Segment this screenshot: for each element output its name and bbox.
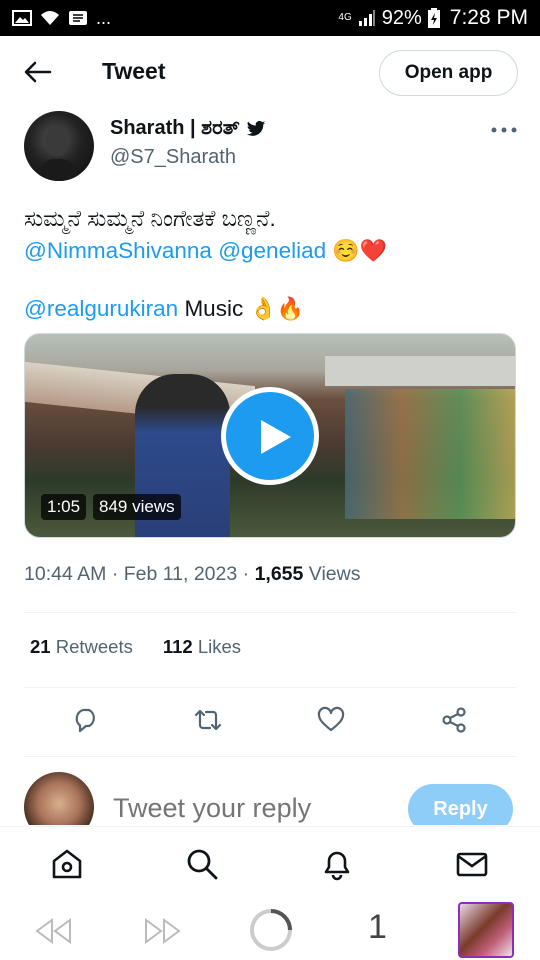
like-heart-icon[interactable] [317,706,345,734]
retweets-label: Retweets [55,636,133,657]
clock: 7:28 PM [449,6,528,29]
twitter-bird-icon [246,120,265,136]
divider [24,687,516,688]
likes-label: Likes [197,636,242,657]
notifications-bell-icon[interactable] [320,847,354,881]
mention-link[interactable]: @geneliad [218,238,326,263]
network-type: 4G [338,12,352,23]
author-handle[interactable]: @S7_Sharath [110,146,236,169]
divider [24,612,516,613]
battery-charging-icon [427,8,440,28]
forward-double-arrow-icon[interactable] [142,917,182,945]
likes-count: 112 [162,636,193,657]
author-name-row[interactable]: Sharath | ಶರತ್ [110,117,266,140]
loading-spinner-icon[interactable] [248,907,294,953]
author-avatar[interactable] [24,111,94,181]
video-view-count: 849 views [93,494,181,520]
tweet-line-3: @realgurukiran Music 👌🔥 [24,293,516,325]
retweets-count: 21 [30,636,51,657]
page-title: Tweet [102,58,166,84]
retweets-stat[interactable]: 21 Retweets [30,636,133,658]
cast-notification-icon [69,11,87,25]
video-frame-shop [345,389,515,519]
retweet-icon[interactable] [194,706,222,734]
open-app-button[interactable]: Open app [379,50,518,96]
video-duration: 1:05 [41,494,87,520]
views-count: 1,655 [254,563,304,585]
separator: · [111,563,119,585]
top-app-bar: Tweet Open app [0,36,540,110]
wifi-icon [41,11,59,25]
avatar-photo [34,126,82,181]
messages-envelope-icon[interactable] [455,847,489,881]
author-name[interactable]: Sharath | ಶರತ್ [110,117,240,140]
tweet-time[interactable]: 10:44 AM [24,563,106,585]
battery-percent: 92% [381,6,422,29]
bottom-navigation [0,826,540,900]
share-icon[interactable] [440,706,468,734]
back-arrow-icon[interactable] [22,60,52,84]
tweet-line-1: ಸುಮ್ಮನೆ ಸುಮ್ಮನೆ ನಿಂಗೇತಕೆ ಬಣ್ಣನೆ. [24,206,276,231]
status-bar: ... 4G 92% 7:28 PM [0,0,540,36]
emoji-smiling-heart: ☺️❤️ [332,238,388,263]
reply-input[interactable] [113,793,393,824]
tweet-meta: 10:44 AM · Feb 11, 2023 · 1,655 Views [24,563,360,586]
mention-link[interactable]: @realgurukiran [24,296,178,321]
back-double-arrow-icon[interactable] [34,917,74,945]
tweet-text: ಸುಮ್ಮನೆ ಸುಮ್ಮನೆ ನಿಂಗೇತಕೆ ಬಣ್ಣನೆ. @NimmaS… [24,203,516,325]
video-player[interactable]: 1:05 849 views [24,333,516,538]
mention-link[interactable]: @NimmaShivanna [24,238,212,263]
video-frame-sign [325,356,515,386]
more-notifications: ... [96,7,112,28]
tab-count[interactable]: 1 [368,908,387,947]
tweet-actions [0,700,540,740]
play-button[interactable] [221,387,319,485]
browser-navigation-bar: 1 [0,900,540,960]
user-avatar[interactable] [24,772,94,825]
tweet-word: Music [184,296,244,321]
signal-icon [358,10,375,26]
play-icon [261,420,291,454]
tweet-stats: 21 Retweets 112 Likes [30,636,241,658]
home-icon[interactable] [50,847,84,881]
tweet-line-2: @NimmaShivanna @geneliad ☺️❤️ [24,235,516,267]
separator: · [242,563,250,585]
tweet-date[interactable]: Feb 11, 2023 [124,563,237,585]
likes-stat[interactable]: 112 Likes [163,636,241,658]
image-notification-icon [12,10,32,26]
more-options-icon[interactable] [490,126,518,134]
views-label: Views [308,563,361,585]
reply-button[interactable]: Reply [408,784,513,825]
profile-thumbnail[interactable] [458,902,514,958]
reply-icon[interactable] [72,706,100,734]
reply-composer: Reply [0,757,540,825]
emoji-ok-fire: 👌🔥 [249,296,305,321]
search-icon[interactable] [185,847,219,881]
